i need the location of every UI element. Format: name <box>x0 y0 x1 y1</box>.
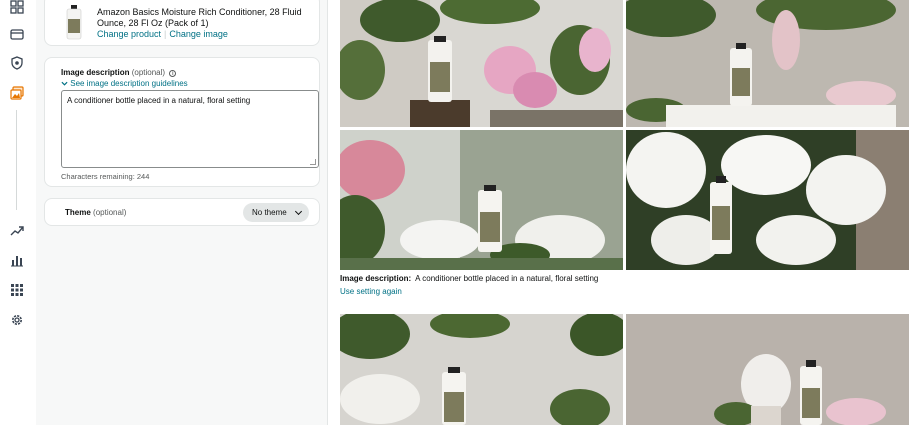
left-rail <box>0 0 34 425</box>
description-label: Image description (optional) i <box>61 68 177 77</box>
generated-image-4[interactable] <box>626 130 909 270</box>
product-card: Amazon Basics Moisture Rich Conditioner,… <box>44 0 320 46</box>
description-label-text: Image description <box>61 68 130 77</box>
settings-panel: Amazon Basics Moisture Rich Conditioner,… <box>36 0 328 425</box>
image-caption: Image description: A conditioner bottle p… <box>340 274 598 283</box>
theme-optional: (optional) <box>93 208 127 217</box>
caption-label: Image description: <box>340 274 412 283</box>
image-gallery-icon[interactable] <box>10 86 24 100</box>
trend-icon[interactable] <box>10 224 24 238</box>
description-textarea[interactable]: A conditioner bottle placed in a natural… <box>61 90 319 168</box>
description-card: Image description (optional) i See image… <box>44 57 320 187</box>
generated-image-2[interactable] <box>626 0 909 127</box>
generated-image-5[interactable] <box>340 314 623 425</box>
theme-label-text: Theme <box>65 208 91 217</box>
theme-dropdown[interactable]: No theme <box>243 203 309 222</box>
bar-chart-icon[interactable] <box>10 253 24 267</box>
caption-value: A conditioner bottle placed in a natural… <box>415 274 599 283</box>
generated-image-1[interactable] <box>340 0 623 127</box>
product-links: Change product | Change image <box>97 29 228 39</box>
grid-dashboard-icon[interactable] <box>10 0 24 14</box>
chevron-down-icon <box>61 81 68 86</box>
change-image-link[interactable]: Change image <box>169 29 228 39</box>
wallet-icon[interactable] <box>10 27 24 41</box>
resize-handle[interactable] <box>310 159 316 165</box>
characters-remaining: Characters remaining: 244 <box>61 172 150 181</box>
description-optional: (optional) <box>131 68 166 77</box>
guidelines-link-text: See image description guidelines <box>70 79 188 88</box>
theme-selected: No theme <box>252 208 287 217</box>
theme-label: Theme (optional) <box>65 208 126 217</box>
guidelines-link[interactable]: See image description guidelines <box>61 79 188 88</box>
chevron-down-icon <box>294 207 303 216</box>
product-title: Amazon Basics Moisture Rich Conditioner,… <box>97 7 302 28</box>
gear-icon[interactable] <box>10 313 24 327</box>
change-product-link[interactable]: Change product <box>97 29 161 39</box>
info-icon[interactable]: i <box>169 70 177 77</box>
shield-icon[interactable] <box>10 56 24 70</box>
generated-image-3[interactable] <box>340 130 623 270</box>
link-separator: | <box>164 29 167 39</box>
generated-image-6[interactable] <box>626 314 909 425</box>
use-setting-again-link[interactable]: Use setting again <box>340 287 402 296</box>
rail-divider <box>16 110 17 210</box>
theme-card: Theme (optional) No theme <box>44 198 320 226</box>
product-thumbnail <box>59 5 89 41</box>
apps-grid-icon[interactable] <box>10 283 24 297</box>
